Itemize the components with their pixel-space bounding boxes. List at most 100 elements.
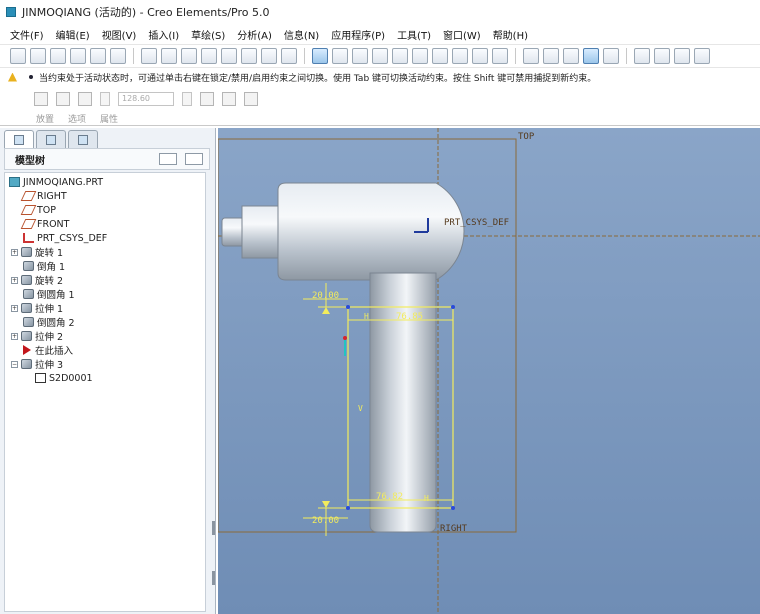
hidden-line-icon[interactable] — [543, 48, 559, 64]
remove-material-icon[interactable] — [222, 92, 236, 106]
solid-icon[interactable] — [34, 92, 48, 106]
tree-item[interactable]: FRONT — [20, 217, 69, 231]
dimension-top-value[interactable]: 20.00 — [312, 291, 339, 301]
new-file-icon[interactable] — [10, 48, 26, 64]
depth-value-field[interactable]: 128.60 — [118, 92, 174, 106]
sketch-vertex[interactable] — [346, 305, 350, 309]
datum-points-icon[interactable] — [674, 48, 690, 64]
menu-tools[interactable]: 工具(T) — [391, 27, 437, 42]
width-dimension-top-value[interactable]: 76.85 — [396, 312, 423, 322]
tab-favorites[interactable] — [68, 130, 98, 148]
wireframe-icon[interactable] — [523, 48, 539, 64]
tree-show-icon[interactable] — [185, 153, 203, 165]
no-hidden-icon[interactable] — [563, 48, 579, 64]
expand-icon[interactable]: + — [11, 332, 18, 340]
main-body[interactable] — [277, 182, 465, 281]
tab-properties[interactable]: 属性 — [100, 112, 118, 125]
regenerate-icon[interactable] — [261, 48, 277, 64]
print-icon[interactable] — [70, 48, 86, 64]
orient-icon[interactable] — [332, 48, 348, 64]
tree-item[interactable]: + 拉伸 2 — [11, 329, 63, 343]
expand-icon[interactable]: + — [11, 248, 18, 256]
tree-item[interactable]: 倒角 1 — [23, 259, 65, 273]
menu-file[interactable]: 文件(F) — [4, 27, 50, 42]
menu-view[interactable]: 视图(V) — [96, 27, 143, 42]
graphics-window[interactable]: TOP PRT_CSYS_DEF RIGHT 20.00 20.00 76.85… — [218, 128, 760, 614]
tab-placement[interactable]: 放置 — [36, 112, 54, 125]
appearance-icon[interactable] — [352, 48, 368, 64]
depth-value-dropdown[interactable] — [182, 92, 192, 106]
collapse-icon[interactable]: − — [11, 360, 18, 368]
datum-axes-icon[interactable] — [654, 48, 670, 64]
panel-splitter-handle[interactable] — [212, 571, 215, 585]
panel-splitter-handle[interactable] — [212, 521, 215, 535]
tab-options[interactable]: 选项 — [68, 112, 86, 125]
tree-item[interactable]: 倒圆角 1 — [23, 287, 75, 301]
shaft-stub[interactable] — [221, 217, 245, 247]
horizontal-constraint-label[interactable]: H — [364, 312, 369, 321]
tree-item[interactable]: 倒圆角 2 — [23, 315, 75, 329]
zoom-in-icon[interactable] — [372, 48, 388, 64]
depth-option-icon[interactable] — [78, 92, 92, 106]
shaft-step[interactable] — [241, 205, 279, 259]
menu-edit[interactable]: 编辑(E) — [50, 27, 96, 42]
cut-icon[interactable] — [181, 48, 197, 64]
tree-item[interactable]: PRT_CSYS_DEF — [23, 231, 107, 245]
shading-icon[interactable] — [583, 48, 599, 64]
paste-icon[interactable] — [221, 48, 237, 64]
menu-info[interactable]: 信息(N) — [278, 27, 325, 42]
enhanced-realism-icon[interactable] — [603, 48, 619, 64]
tree-item[interactable]: TOP — [20, 203, 56, 217]
undo-icon[interactable] — [141, 48, 157, 64]
saved-views-icon[interactable] — [452, 48, 468, 64]
width-dimension-bottom-value[interactable]: 76.82 — [376, 492, 403, 502]
view-manager-icon[interactable] — [492, 48, 508, 64]
tree-item[interactable]: + 旋转 2 — [11, 273, 63, 287]
menu-sketch[interactable]: 草绘(S) — [185, 27, 231, 42]
expand-icon[interactable]: + — [11, 304, 18, 312]
layers-icon[interactable] — [472, 48, 488, 64]
repaint-icon[interactable] — [312, 48, 328, 64]
tab-model-tree[interactable] — [4, 130, 34, 148]
copy-icon[interactable] — [201, 48, 217, 64]
reorient-icon[interactable] — [432, 48, 448, 64]
tree-item[interactable]: + 旋转 1 — [11, 245, 63, 259]
select-box-icon[interactable] — [281, 48, 297, 64]
datum-planes-icon[interactable] — [634, 48, 650, 64]
tree-item-label: JINMOQIANG.PRT — [23, 176, 104, 188]
expand-icon[interactable]: + — [11, 276, 18, 284]
menu-applications[interactable]: 应用程序(P) — [325, 27, 391, 42]
menu-insert[interactable]: 插入(I) — [142, 27, 185, 42]
thicken-icon[interactable] — [244, 92, 258, 106]
tree-item[interactable]: JINMOQIANG.PRT — [9, 175, 103, 189]
vertical-constraint-label[interactable]: V — [358, 404, 363, 413]
tree-item[interactable]: + 拉伸 1 — [11, 301, 63, 315]
model-viewport[interactable] — [218, 128, 760, 614]
redo-icon[interactable] — [161, 48, 177, 64]
send-link-icon[interactable] — [110, 48, 126, 64]
sketch-vertex[interactable] — [451, 506, 455, 510]
refit-icon[interactable] — [412, 48, 428, 64]
zoom-out-icon[interactable] — [392, 48, 408, 64]
tree-settings-icon[interactable] — [159, 153, 177, 165]
horizontal-constraint-label[interactable]: H — [424, 494, 429, 503]
send-mail-icon[interactable] — [90, 48, 106, 64]
tree-item[interactable]: S2D0001 — [35, 371, 93, 385]
dimension-bottom-value[interactable]: 20.00 — [312, 516, 339, 526]
menu-window[interactable]: 窗口(W) — [437, 27, 487, 42]
csys-display-icon[interactable] — [694, 48, 710, 64]
depth-dropdown[interactable] — [100, 92, 110, 106]
sketch-vertex[interactable] — [346, 506, 350, 510]
tree-item[interactable]: 在此插入 — [23, 343, 73, 357]
save-icon[interactable] — [50, 48, 66, 64]
tree-item[interactable]: RIGHT — [20, 189, 67, 203]
menu-analysis[interactable]: 分析(A) — [231, 27, 278, 42]
paste-special-icon[interactable] — [241, 48, 257, 64]
tree-item[interactable]: − 拉伸 3 — [11, 357, 63, 371]
surface-icon[interactable] — [56, 92, 70, 106]
open-file-icon[interactable] — [30, 48, 46, 64]
tab-folder-browser[interactable] — [36, 130, 66, 148]
menu-help[interactable]: 帮助(H) — [487, 27, 534, 42]
flip-direction-icon[interactable] — [200, 92, 214, 106]
sketch-vertex[interactable] — [451, 305, 455, 309]
